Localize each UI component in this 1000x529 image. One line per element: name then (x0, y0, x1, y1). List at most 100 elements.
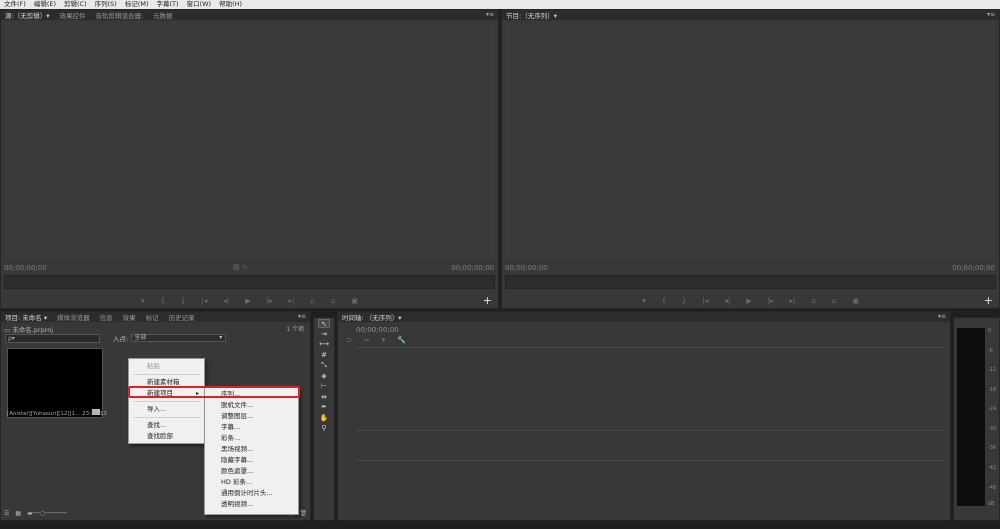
tab-audio-clip-mixer[interactable]: 音轨剪辑混合器: (95, 10, 143, 20)
add-button-icon[interactable]: + (984, 294, 993, 307)
submenu-item-black-video[interactable]: 黑场视频... (205, 444, 298, 455)
clip-thumbnail[interactable] (7, 348, 103, 418)
menu-file[interactable]: 文件(F) (0, 0, 30, 9)
tab-effects[interactable]: 效果 (123, 312, 136, 322)
zoom-icon[interactable]: ⚲ (318, 424, 330, 433)
scale-label: -6 (988, 347, 993, 354)
menu-marker[interactable]: 标记(M) (121, 0, 153, 9)
tab-effect-controls[interactable]: 效果控件 (59, 10, 85, 20)
scale-label: dB (988, 500, 995, 507)
track-divider (356, 430, 944, 431)
add-marker-icon[interactable]: ▾ (642, 297, 646, 305)
slide-icon[interactable]: ⇹ (318, 393, 330, 402)
submenu-item-adjustment-layer[interactable]: 调整图层... (205, 411, 298, 422)
submenu-item-color-matte[interactable]: 颜色遮罩... (205, 466, 298, 477)
menu-sequence[interactable]: 序列(S) (91, 0, 121, 9)
tab-program[interactable]: 节目:（无序列）▾ (506, 10, 557, 20)
in-point-value: 全部 (134, 334, 147, 341)
mark-out-icon[interactable]: } (682, 297, 686, 305)
lift-icon[interactable]: ⌂ (811, 297, 815, 305)
settings-icon[interactable]: ▤ ∿ (233, 263, 248, 271)
zoom-slider[interactable]: ▬──○────── (27, 510, 67, 517)
icon-view-icon[interactable]: ▦ (15, 510, 21, 517)
program-timecode-right: 00;00;00;00 (952, 264, 995, 272)
mark-in-icon[interactable]: { (161, 297, 165, 305)
program-transport: ▾ { } |◂ ◂| ▶ |▸ ▸| ⌂ ⌂ ▣ (502, 297, 999, 305)
submenu-item-bars-and-tone[interactable]: 彩条... (205, 433, 298, 444)
menu-window[interactable]: 窗口(W) (183, 0, 216, 9)
scale-label: -18 (988, 386, 997, 393)
menu-item-import[interactable]: 导入... (129, 404, 204, 415)
menu-clip[interactable]: 剪辑(C) (60, 0, 91, 9)
panel-menu-icon[interactable]: ▾≡ (987, 11, 995, 18)
rolling-edit-icon[interactable]: # (318, 351, 330, 360)
submenu-item-hd-bars[interactable]: HD 彩条... (205, 477, 298, 488)
menu-item-find-faces[interactable]: 查找脸部 (129, 431, 204, 442)
menu-item-find[interactable]: 查找... (129, 420, 204, 431)
tab-history[interactable]: 历史记录 (169, 312, 195, 322)
pen-icon[interactable]: ✒ (318, 403, 330, 412)
submenu-item-captions[interactable]: 隐藏字幕... (205, 455, 298, 466)
clip-label: [Anistar][Yuhasuri][12][1... 23:46:13 (7, 411, 107, 417)
tab-timeline[interactable]: 时间轴: （无序列）▾ (342, 312, 402, 322)
panel-menu-icon[interactable]: ▾≡ (938, 313, 946, 320)
slip-icon[interactable]: ⊢ (318, 382, 330, 391)
step-forward-icon[interactable]: |▸ (768, 297, 774, 305)
mark-out-icon[interactable]: } (181, 297, 185, 305)
hand-icon[interactable]: ✋ (318, 414, 330, 423)
go-to-out-icon[interactable]: ▸| (790, 297, 796, 305)
wrench-icon[interactable]: 🔧 (397, 336, 406, 344)
timeline-track-area[interactable] (356, 347, 944, 510)
submenu-item-countdown[interactable]: 通用倒计时片头... (205, 488, 298, 499)
play-icon[interactable]: ▶ (746, 297, 751, 305)
link-icon[interactable]: ∞ (364, 336, 370, 344)
audio-meter-bar (957, 328, 985, 506)
panel-menu-icon[interactable]: ▾≡ (298, 313, 306, 320)
snap-icon[interactable]: ⊃ (346, 336, 352, 344)
in-point-select[interactable]: 全部 ▾ (131, 334, 227, 342)
source-timecode-left[interactable]: 00;00;00;00 (4, 264, 47, 272)
export-frame-icon[interactable]: ▣ (852, 297, 859, 305)
razor-icon[interactable]: ◈ (318, 372, 330, 381)
search-input[interactable]: ρ▾ (5, 334, 100, 343)
step-back-icon[interactable]: ◂| (223, 297, 229, 305)
tab-markers[interactable]: 标记 (146, 312, 159, 322)
tab-info[interactable]: 信息 (100, 312, 113, 322)
program-scrubber[interactable] (505, 275, 996, 289)
export-frame-icon[interactable]: ▣ (351, 297, 358, 305)
trash-icon[interactable]: 🗑 (299, 510, 307, 517)
track-select-icon[interactable]: ⇥ (318, 330, 330, 339)
submenu-item-title[interactable]: 字幕... (205, 422, 298, 433)
list-view-icon[interactable]: ☰ (4, 510, 9, 517)
mark-in-icon[interactable]: { (662, 297, 666, 305)
rate-stretch-icon[interactable]: ⤡ (318, 361, 330, 370)
go-to-out-icon[interactable]: ▸| (289, 297, 295, 305)
add-marker-icon[interactable]: ▾ (382, 336, 386, 344)
go-to-in-icon[interactable]: |◂ (703, 297, 709, 305)
ripple-edit-icon[interactable]: ⟷ (318, 340, 330, 349)
panel-menu-icon[interactable]: ▾≡ (486, 11, 494, 18)
play-icon[interactable]: ▶ (245, 297, 250, 305)
submenu-item-transparent-video[interactable]: 透明视频... (205, 499, 298, 510)
menu-title[interactable]: 字幕(T) (153, 0, 183, 9)
submenu-item-offline-file[interactable]: 脱机文件... (205, 400, 298, 411)
selection-tool-icon[interactable]: ↖ (318, 319, 330, 328)
menu-item-paste[interactable]: 粘贴 (129, 361, 204, 372)
insert-icon[interactable]: ⌂ (310, 297, 314, 305)
tab-project[interactable]: 项目: 未命名 ▾ (5, 312, 47, 322)
add-marker-icon[interactable]: ▾ (141, 297, 145, 305)
program-timecode-left[interactable]: 00;00;00;00 (505, 264, 548, 272)
step-back-icon[interactable]: ◂| (724, 297, 730, 305)
timeline-timecode[interactable]: 00;00;00;00 (356, 326, 399, 334)
step-forward-icon[interactable]: |▸ (267, 297, 273, 305)
tab-source[interactable]: 源:（无剪辑）▾ (5, 10, 49, 20)
add-button-icon[interactable]: + (483, 294, 492, 307)
go-to-in-icon[interactable]: |◂ (202, 297, 208, 305)
menu-edit[interactable]: 编辑(E) (30, 0, 60, 9)
extract-icon[interactable]: ⌂ (832, 297, 836, 305)
menu-help[interactable]: 帮助(H) (215, 0, 246, 9)
source-scrubber[interactable] (4, 275, 495, 289)
tab-media-browser[interactable]: 媒体浏览器 (57, 312, 90, 322)
overwrite-icon[interactable]: ⌂ (331, 297, 335, 305)
tab-metadata[interactable]: 元数据 (153, 10, 173, 20)
